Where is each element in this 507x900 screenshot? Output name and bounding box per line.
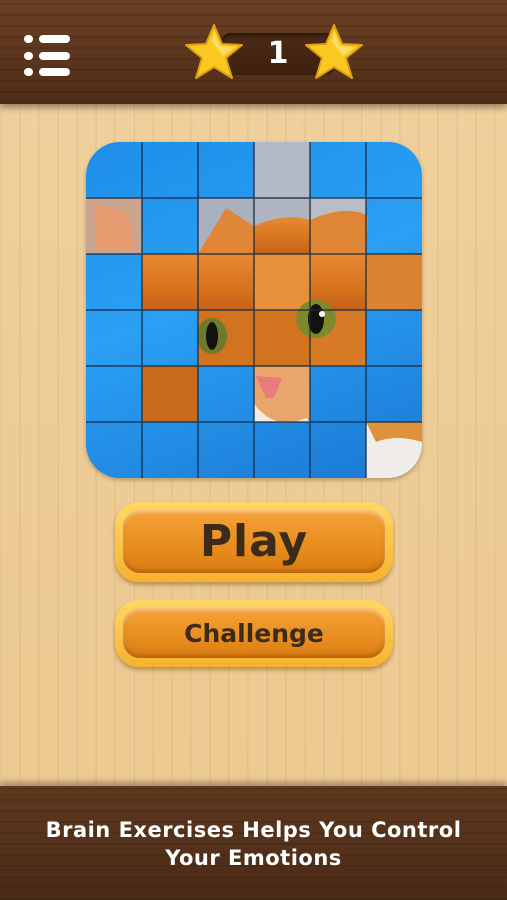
play-button-label: Play <box>199 516 309 567</box>
puzzle-board[interactable] <box>86 142 422 478</box>
puzzle-grid <box>86 142 422 478</box>
tip-line-2: Your Emotions <box>165 846 342 870</box>
challenge-button-label: Challenge <box>184 618 324 648</box>
menu-list-icon[interactable] <box>24 35 72 77</box>
challenge-button[interactable]: Challenge <box>115 600 393 667</box>
top-bar: 1 <box>0 0 507 104</box>
star-icon <box>305 24 363 79</box>
tip-line-1: Brain Exercises Helps You Control <box>45 818 462 842</box>
star-icon <box>185 24 243 79</box>
play-button[interactable]: Play <box>115 502 393 582</box>
tip-text: Brain Exercises Helps You Control Your E… <box>0 816 507 872</box>
